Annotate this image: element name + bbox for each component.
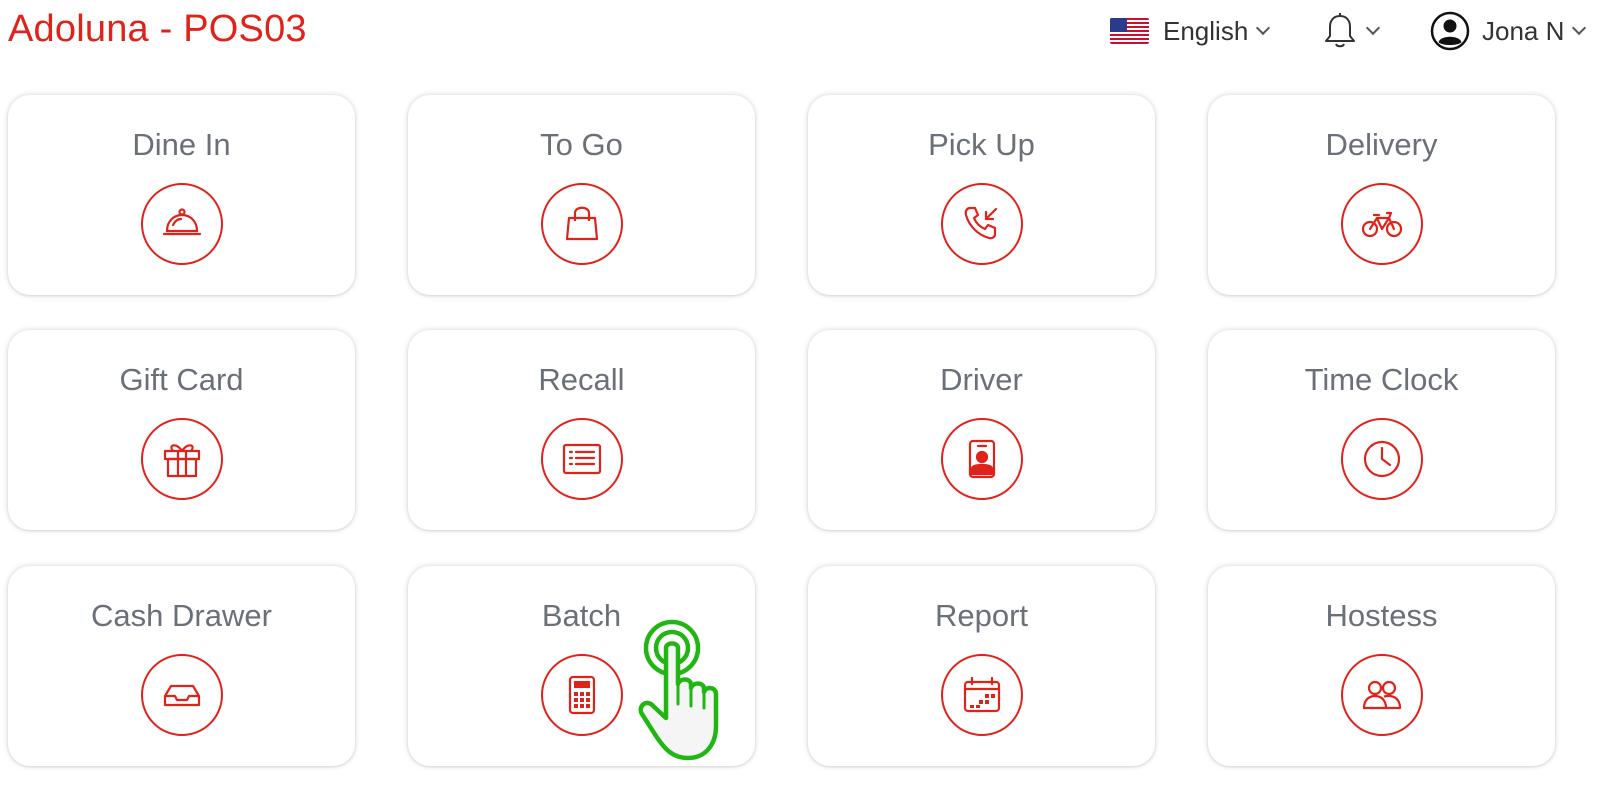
calendar-icon	[940, 654, 1023, 736]
tile-label: Batch	[541, 598, 622, 633]
tile-label: Driver	[940, 362, 1023, 397]
badge-icon	[940, 418, 1023, 500]
tile-to-go[interactable]: To Go	[408, 95, 755, 295]
chevron-down-icon	[1365, 20, 1381, 36]
tile-pick-up[interactable]: Pick Up	[808, 95, 1155, 295]
tile-label: Recall	[538, 362, 625, 397]
tile-label: Pick Up	[928, 127, 1035, 162]
chevron-down-icon	[1572, 20, 1587, 36]
us-flag-icon	[1110, 18, 1149, 44]
tile-label: To Go	[540, 127, 623, 162]
user-circle-icon	[1430, 11, 1470, 51]
user-menu[interactable]: Jona N	[1430, 10, 1587, 52]
tile-report[interactable]: Report	[808, 566, 1155, 766]
cloche-icon	[140, 183, 223, 265]
notifications-button[interactable]	[1322, 12, 1381, 50]
tile-batch[interactable]: Batch	[408, 566, 755, 766]
tile-label: Time Clock	[1304, 362, 1459, 397]
people-icon	[1340, 654, 1423, 736]
list-icon	[540, 418, 623, 500]
tile-recall[interactable]: Recall	[408, 330, 755, 530]
bicycle-icon	[1340, 183, 1423, 265]
incoming-call-icon	[940, 183, 1023, 265]
inbox-tray-icon	[140, 654, 223, 736]
chevron-down-icon	[1256, 20, 1271, 36]
gift-icon	[140, 418, 223, 500]
tile-cash-drawer[interactable]: Cash Drawer	[8, 566, 355, 766]
shopping-bag-icon	[540, 183, 623, 265]
tile-label: Gift Card	[119, 362, 244, 397]
tile-label: Dine In	[132, 127, 231, 162]
clock-icon	[1340, 418, 1423, 500]
tile-gift-card[interactable]: Gift Card	[8, 330, 355, 530]
tile-time-clock[interactable]: Time Clock	[1208, 330, 1555, 530]
tile-label: Delivery	[1325, 127, 1438, 162]
user-name: Jona N	[1482, 15, 1565, 46]
tile-label: Report	[934, 598, 1029, 633]
tile-label: Hostess	[1325, 598, 1438, 633]
tile-driver[interactable]: Driver	[808, 330, 1155, 530]
app-title: Adoluna - POS03	[8, 8, 307, 50]
calculator-icon	[540, 654, 623, 736]
language-selector[interactable]: English	[1110, 14, 1271, 48]
tile-label: Cash Drawer	[91, 598, 272, 633]
language-label: English	[1163, 15, 1249, 46]
bell-icon	[1325, 13, 1355, 48]
tile-delivery[interactable]: Delivery	[1208, 95, 1555, 295]
tile-hostess[interactable]: Hostess	[1208, 566, 1555, 766]
tile-dine-in[interactable]: Dine In	[8, 95, 355, 295]
